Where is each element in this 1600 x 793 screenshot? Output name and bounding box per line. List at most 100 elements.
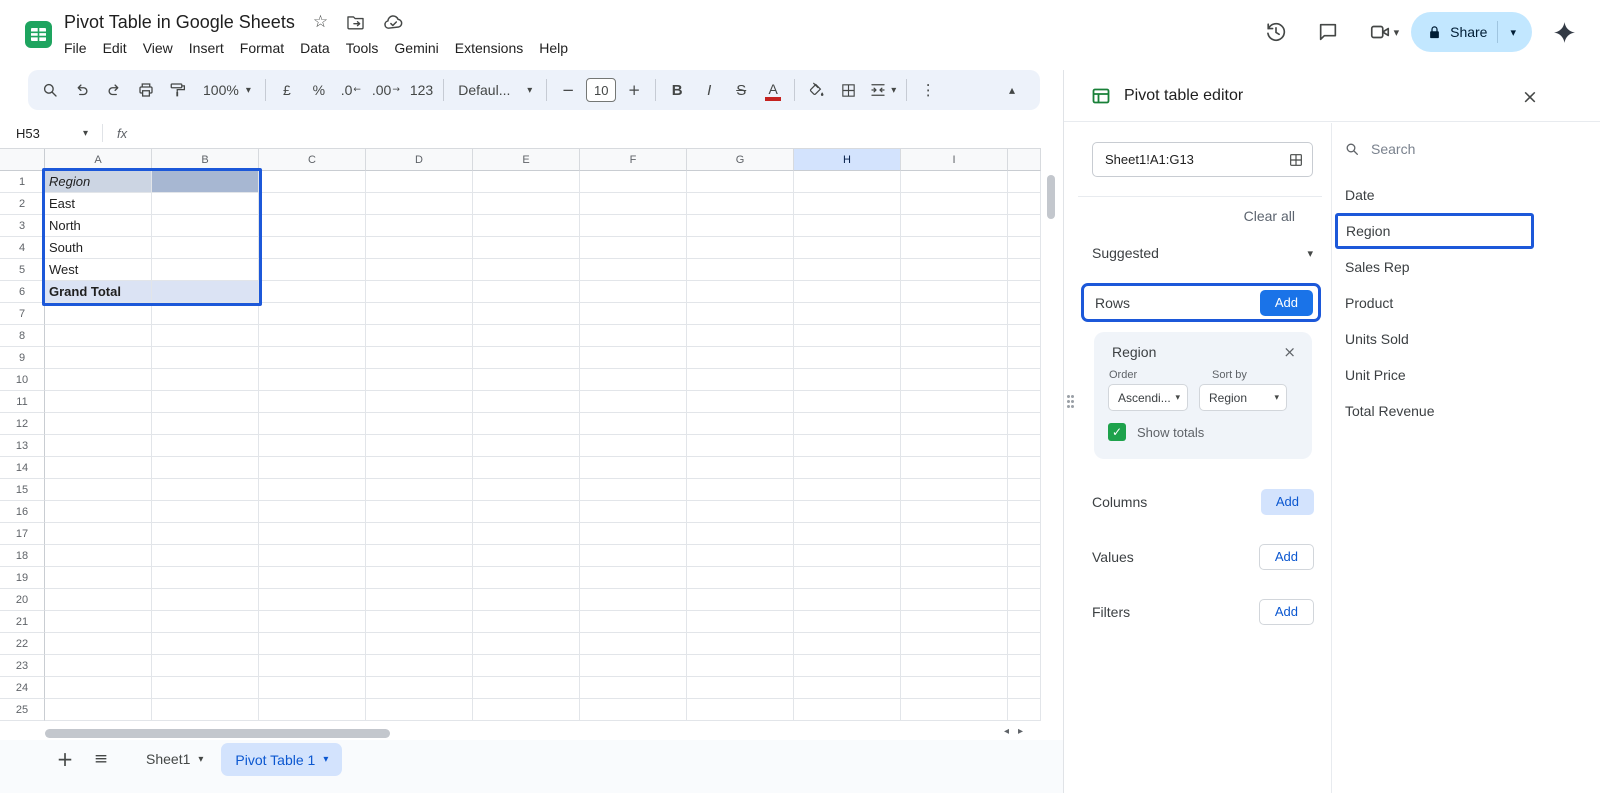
cell-A6[interactable]: Grand Total [45, 281, 152, 303]
cell-C16[interactable] [259, 501, 366, 523]
cell-H7[interactable] [794, 303, 901, 325]
cell-E10[interactable] [473, 369, 580, 391]
cell-D12[interactable] [366, 413, 473, 435]
fill-color-icon[interactable] [800, 75, 832, 105]
cell-E5[interactable] [473, 259, 580, 281]
column-header-e[interactable]: E [473, 149, 580, 171]
cell-E16[interactable] [473, 501, 580, 523]
cell-F22[interactable] [580, 633, 687, 655]
cell-G21[interactable] [687, 611, 794, 633]
cell-C25[interactable] [259, 699, 366, 721]
columns-add-button[interactable]: Add [1260, 488, 1314, 515]
cell-F25[interactable] [580, 699, 687, 721]
cell-E23[interactable] [473, 655, 580, 677]
meet-dropdown-icon[interactable]: ▾ [1394, 26, 1400, 39]
cell-G20[interactable] [687, 589, 794, 611]
cell-D16[interactable] [366, 501, 473, 523]
cell-E2[interactable] [473, 193, 580, 215]
scroll-left-icon[interactable]: ◂ [1004, 726, 1009, 737]
cell-partial-row-7[interactable] [1008, 303, 1041, 325]
move-folder-icon[interactable] [346, 13, 365, 32]
row-header-18[interactable]: 18 [0, 545, 45, 567]
cell-E25[interactable] [473, 699, 580, 721]
cell-D6[interactable] [366, 281, 473, 303]
cell-A3[interactable]: North [45, 215, 152, 237]
cell-partial-row-6[interactable] [1008, 281, 1041, 303]
cell-D23[interactable] [366, 655, 473, 677]
values-add-button[interactable]: Add [1258, 543, 1314, 570]
version-history-icon[interactable] [1256, 12, 1296, 52]
borders-icon[interactable] [832, 75, 864, 105]
cell-partial-row-3[interactable] [1008, 215, 1041, 237]
cell-E21[interactable] [473, 611, 580, 633]
cell-F24[interactable] [580, 677, 687, 699]
cell-A10[interactable] [45, 369, 152, 391]
cell-C20[interactable] [259, 589, 366, 611]
cell-D3[interactable] [366, 215, 473, 237]
cell-I4[interactable] [901, 237, 1008, 259]
row-header-12[interactable]: 12 [0, 413, 45, 435]
cell-G2[interactable] [687, 193, 794, 215]
cell-B12[interactable] [152, 413, 259, 435]
cell-partial-row-24[interactable] [1008, 677, 1041, 699]
cell-partial-row-18[interactable] [1008, 545, 1041, 567]
sort-by-select[interactable]: Region ▾ [1199, 384, 1287, 411]
cell-I11[interactable] [901, 391, 1008, 413]
cell-B21[interactable] [152, 611, 259, 633]
cell-I7[interactable] [901, 303, 1008, 325]
cell-F19[interactable] [580, 567, 687, 589]
cell-A9[interactable] [45, 347, 152, 369]
cell-H25[interactable] [794, 699, 901, 721]
cell-A23[interactable] [45, 655, 152, 677]
clear-all-button[interactable]: Clear all [1092, 208, 1295, 224]
cell-B7[interactable] [152, 303, 259, 325]
cell-D1[interactable] [366, 171, 473, 193]
cell-F5[interactable] [580, 259, 687, 281]
cell-E9[interactable] [473, 347, 580, 369]
cell-E4[interactable] [473, 237, 580, 259]
cell-A1[interactable]: Region [45, 171, 152, 193]
cell-D9[interactable] [366, 347, 473, 369]
cell-G1[interactable] [687, 171, 794, 193]
cell-A16[interactable] [45, 501, 152, 523]
cell-D4[interactable] [366, 237, 473, 259]
cell-I3[interactable] [901, 215, 1008, 237]
cell-B18[interactable] [152, 545, 259, 567]
row-header-8[interactable]: 8 [0, 325, 45, 347]
cell-F21[interactable] [580, 611, 687, 633]
row-header-16[interactable]: 16 [0, 501, 45, 523]
cell-C23[interactable] [259, 655, 366, 677]
zoom-select[interactable]: 100% ▾ [194, 75, 260, 105]
cell-partial-row-12[interactable] [1008, 413, 1041, 435]
all-sheets-icon[interactable]: ≡ [86, 743, 116, 775]
cell-F23[interactable] [580, 655, 687, 677]
cell-C4[interactable] [259, 237, 366, 259]
cell-I19[interactable] [901, 567, 1008, 589]
menu-file[interactable]: File [56, 38, 95, 58]
cell-G10[interactable] [687, 369, 794, 391]
currency-format-button[interactable]: £ [271, 75, 303, 105]
cell-H22[interactable] [794, 633, 901, 655]
cell-I17[interactable] [901, 523, 1008, 545]
row-header-22[interactable]: 22 [0, 633, 45, 655]
row-header-17[interactable]: 17 [0, 523, 45, 545]
cell-E13[interactable] [473, 435, 580, 457]
cell-partial-row-17[interactable] [1008, 523, 1041, 545]
row-header-19[interactable]: 19 [0, 567, 45, 589]
cell-C19[interactable] [259, 567, 366, 589]
cell-C17[interactable] [259, 523, 366, 545]
cell-D13[interactable] [366, 435, 473, 457]
comments-icon[interactable] [1308, 12, 1348, 52]
cell-H17[interactable] [794, 523, 901, 545]
cell-E20[interactable] [473, 589, 580, 611]
scroll-right-icon[interactable]: ▸ [1018, 726, 1023, 737]
cell-C22[interactable] [259, 633, 366, 655]
cell-G22[interactable] [687, 633, 794, 655]
cell-C5[interactable] [259, 259, 366, 281]
cell-C12[interactable] [259, 413, 366, 435]
cell-D18[interactable] [366, 545, 473, 567]
select-range-icon[interactable] [1288, 152, 1304, 168]
cell-I16[interactable] [901, 501, 1008, 523]
cell-A20[interactable] [45, 589, 152, 611]
cell-H19[interactable] [794, 567, 901, 589]
